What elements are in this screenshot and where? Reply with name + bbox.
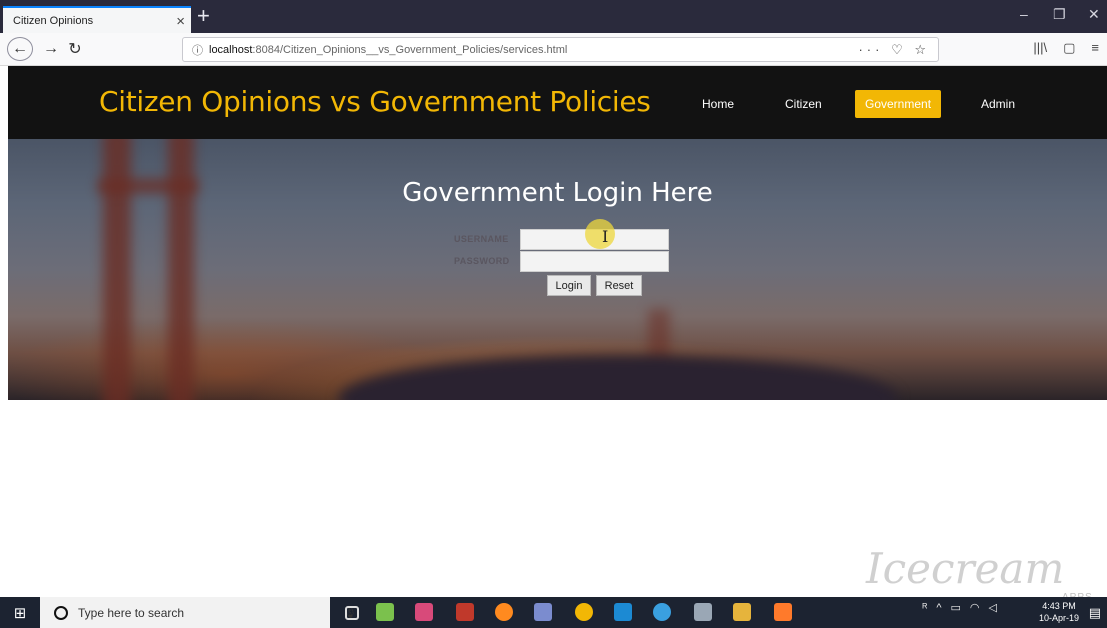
nav-citizen[interactable]: Citizen	[775, 90, 832, 118]
restore-icon[interactable]: ❐	[1053, 6, 1066, 23]
login-heading: Government Login Here	[402, 178, 713, 208]
forward-icon[interactable]: →	[38, 37, 64, 61]
wifi-icon[interactable]: ◠	[970, 601, 980, 614]
minimize-icon[interactable]: –	[1020, 6, 1028, 22]
recorder-icon[interactable]	[774, 603, 792, 621]
nav-admin[interactable]: Admin	[971, 90, 1025, 118]
back-icon[interactable]: ←	[7, 37, 33, 61]
camera-app-icon[interactable]	[694, 603, 712, 621]
password-label: PASSWORD	[454, 256, 510, 266]
taskbar-clock[interactable]: 4:43 PM 10-Apr-19	[1039, 600, 1079, 624]
ruby-app-icon[interactable]	[456, 603, 474, 621]
cortana-icon	[54, 605, 68, 620]
url-bar[interactable]: ⓘ localhost :8084/Citizen_Opinions__vs_G…	[182, 37, 939, 62]
network-app-icon[interactable]	[653, 603, 671, 621]
cursor-highlight	[585, 219, 615, 249]
chrome-icon[interactable]	[575, 603, 593, 621]
close-tab-icon[interactable]: ×	[176, 13, 185, 30]
people-icon[interactable]: ᴿ	[922, 602, 927, 614]
tab-title: Citizen Opinions	[13, 14, 94, 27]
file-explorer-icon[interactable]	[733, 603, 751, 621]
reload-icon[interactable]: ↻	[62, 37, 88, 61]
clock-date: 10-Apr-19	[1038, 613, 1079, 623]
browser-tab[interactable]: Citizen Opinions ×	[3, 6, 191, 33]
library-icon[interactable]: |||\	[1033, 40, 1047, 56]
clock-time: 4:43 PM	[1042, 601, 1076, 611]
task-view-icon[interactable]	[345, 606, 359, 620]
menu-icon[interactable]: ≡	[1091, 40, 1099, 56]
virtualbox-icon[interactable]	[614, 603, 632, 621]
paint-app-icon[interactable]	[415, 603, 433, 621]
info-icon[interactable]: ⓘ	[192, 42, 203, 58]
firefox-icon[interactable]	[495, 603, 513, 621]
battery-icon[interactable]: ▭	[951, 601, 961, 614]
site-title: Citizen Opinions vs Government Policies	[99, 85, 651, 118]
new-tab-button[interactable]: +	[197, 3, 210, 29]
windows-start-icon[interactable]: ⊞	[0, 597, 40, 628]
close-window-icon[interactable]: ✕	[1088, 6, 1100, 23]
url-host: localhost	[209, 43, 253, 56]
search-placeholder: Type here to search	[78, 605, 185, 620]
notification-icon[interactable]: ▤	[1089, 605, 1101, 621]
watermark-logo: Icecream	[866, 544, 1065, 593]
url-path: :8084/Citizen_Opinions__vs_Government_Po…	[252, 43, 568, 56]
hero-banner: Government Login Here USERNAME PASSWORD …	[8, 139, 1107, 400]
toolbar-icons: |||\ ▢ ≡	[1033, 40, 1099, 56]
page-actions-icons[interactable]: ··· ♡ ☆	[858, 42, 930, 58]
hills	[338, 354, 898, 400]
username-label: USERNAME	[454, 234, 509, 244]
taskbar: ⊞ Type here to search 🎙 ᴿ ^ ▭ ◠ ◁ 4:43 P…	[0, 597, 1107, 628]
nav-home[interactable]: Home	[692, 90, 744, 118]
login-button[interactable]: Login	[547, 275, 591, 296]
browser-tabbar: Citizen Opinions × + – ❐ ✕	[0, 0, 1107, 33]
image-app-icon[interactable]	[376, 603, 394, 621]
nav-government[interactable]: Government	[855, 90, 942, 118]
text-cursor-icon: I	[602, 227, 609, 246]
volume-icon[interactable]: ◁	[989, 601, 997, 614]
browser-navbar: ← → ↻ ⓘ localhost :8084/Citizen_Opinions…	[0, 33, 1107, 66]
netbeans-icon[interactable]	[534, 603, 552, 621]
password-field[interactable]	[520, 251, 669, 272]
system-tray: ᴿ ^ ▭ ◠ ◁	[922, 601, 997, 615]
site-header: Citizen Opinions vs Government Policies …	[8, 66, 1107, 139]
sidebar-icon[interactable]: ▢	[1063, 40, 1075, 56]
chevron-up-icon[interactable]: ^	[936, 602, 941, 614]
taskbar-search[interactable]: Type here to search 🎙	[40, 597, 357, 628]
reset-button[interactable]: Reset	[596, 275, 642, 296]
